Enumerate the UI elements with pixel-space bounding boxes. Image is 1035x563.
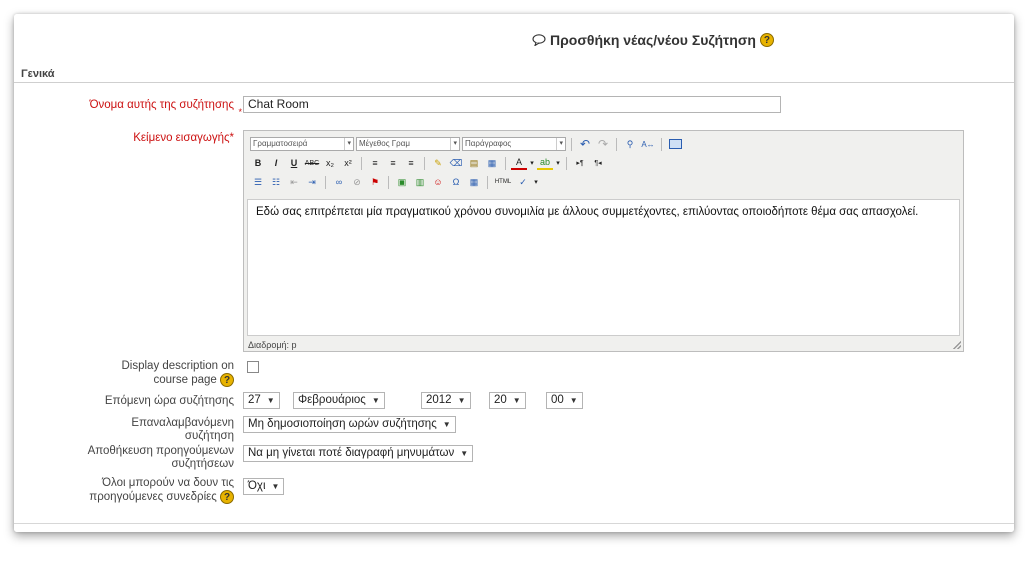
view-sessions-select[interactable]: Όχι ▼ [243,478,285,495]
repeat-select[interactable]: Μη δημοσιοποίηση ωρών συζήτησης ▼ [243,416,456,433]
help-icon[interactable]: ? [220,373,234,387]
indent-icon[interactable]: ⇥ [304,175,320,189]
outdent-icon[interactable]: ⇤ [286,175,302,189]
format-select[interactable]: Παράγραφος ▾ [462,137,566,151]
name-input[interactable]: Chat Room [243,96,781,113]
spellcheck-dropdown-icon[interactable]: ▾ [533,175,539,189]
numbered-list-icon[interactable]: ☷ [268,175,284,189]
align-right-icon[interactable]: ≡ [403,156,419,170]
ltr-icon[interactable]: ▸¶ [572,156,588,170]
display-description-label: Display description on course page ? [121,360,234,387]
page-title-text: Προσθήκη νέας/νέου Συζήτηση [550,32,756,48]
link-icon[interactable]: ∞ [331,175,347,189]
redo-icon[interactable]: ↷ [595,137,611,151]
help-icon[interactable]: ? [220,490,234,504]
resize-grip-icon[interactable] [953,341,961,349]
html-source-icon[interactable]: HTML [493,175,513,189]
day-select[interactable]: 27 ▼ [243,392,280,409]
month-select[interactable]: Φεβρουάριος ▼ [293,392,385,409]
italic-icon[interactable]: I [268,156,284,170]
underline-icon[interactable]: U [286,156,302,170]
replace-icon[interactable]: A↔ [640,137,656,151]
font-family-select[interactable]: Γραμματοσειρά ▾ [250,137,354,151]
anchor-icon[interactable]: ⚑ [367,175,383,189]
clean-up-icon[interactable]: ✎ [430,156,446,170]
hour-select[interactable]: 20 ▼ [489,392,526,409]
align-left-icon[interactable]: ≡ [367,156,383,170]
save-sessions-label: Αποθήκευση προηγούμενων συζητήσεων [87,445,234,470]
form-sheet: Προσθήκη νέας/νέου Συζήτηση ? Γενικά Όνο… [14,14,1014,532]
remove-format-icon[interactable]: ⌫ [448,156,464,170]
repeat-label: Επαναλαμβανόμενη συζήτηση [131,417,234,442]
editor-toolbar-row-2: B I U ABC x₂ x² ≡ ≡ ≡ ✎ ⌫ ▤ ▦ A ▾ ab ▾ ▸… [250,155,606,171]
bullet-list-icon[interactable]: ☰ [250,175,266,189]
page-title: Προσθήκη νέας/νέου Συζήτηση ? [532,32,774,48]
media-icon[interactable]: ▥ [412,175,428,189]
help-icon[interactable]: ? [759,33,774,47]
editor-toolbar-row-3: ☰ ☷ ⇤ ⇥ ∞ ⊘ ⚑ ▣ ▥ ☺ Ω ▦ HTML ✓ ▾ [250,174,539,190]
table-icon[interactable]: ▦ [466,175,482,189]
undo-icon[interactable]: ↶ [577,137,593,151]
display-description-checkbox[interactable] [247,361,259,373]
subscript-icon[interactable]: x₂ [322,156,338,170]
highlight-color-icon[interactable]: ab [537,157,553,170]
rtl-icon[interactable]: ¶◂ [590,156,606,170]
page: Προσθήκη νέας/νέου Συζήτηση ? Γενικά Όνο… [14,14,1014,532]
highlight-dropdown-icon[interactable]: ▾ [555,156,561,170]
bold-icon[interactable]: B [250,156,266,170]
align-center-icon[interactable]: ≡ [385,156,401,170]
view-sessions-label: Όλοι μπορούν να δουν τις προηγούμενες συ… [89,477,234,504]
intro-label: Κείμενο εισαγωγής* [133,132,234,144]
font-size-select[interactable]: Μέγεθος Γραμ ▾ [356,137,460,151]
find-icon[interactable]: ⚲ [622,137,638,151]
paste-word-icon[interactable]: ▦ [484,156,500,170]
strikethrough-icon[interactable]: ABC [304,156,320,170]
image-icon[interactable]: ▣ [394,175,410,189]
spellcheck-icon[interactable]: ✓ [515,175,531,189]
paste-text-icon[interactable]: ▤ [466,156,482,170]
editor-content-area[interactable]: Εδώ σας επιτρέπεται μία πραγματικού χρόν… [247,199,960,336]
text-color-icon[interactable]: A [511,157,527,170]
name-input-value: Chat Room [248,97,309,111]
rich-text-editor: Γραμματοσειρά ▾ Μέγεθος Γραμ ▾ Παράγραφος ▾… [243,130,964,352]
minute-select[interactable]: 00 ▼ [546,392,583,409]
emoticon-icon[interactable]: ☺ [430,175,446,189]
fullscreen-icon[interactable] [667,137,683,151]
speech-bubble-icon [532,34,546,46]
section-legend: Γενικά [21,68,55,80]
editor-toolbar-row-1: Γραμματοσειρά ▾ Μέγεθος Γραμ ▾ Παράγραφος ▾… [250,136,683,152]
editor-content-text: Εδώ σας επιτρέπεται μία πραγματικού χρόν… [256,206,919,218]
next-time-label: Επόμενη ώρα συζήτησης [104,395,234,407]
editor-path: Διαδρομή: p [248,340,297,350]
superscript-icon[interactable]: x² [340,156,356,170]
unlink-icon[interactable]: ⊘ [349,175,365,189]
year-select[interactable]: 2012 ▼ [421,392,471,409]
save-sessions-select[interactable]: Να μη γίνεται ποτέ διαγραφή μηνυμάτων ▼ [243,445,474,462]
text-color-dropdown-icon[interactable]: ▾ [529,156,535,170]
special-char-icon[interactable]: Ω [448,175,464,189]
name-label: Όνομα αυτής της συζήτησης * [89,99,242,117]
